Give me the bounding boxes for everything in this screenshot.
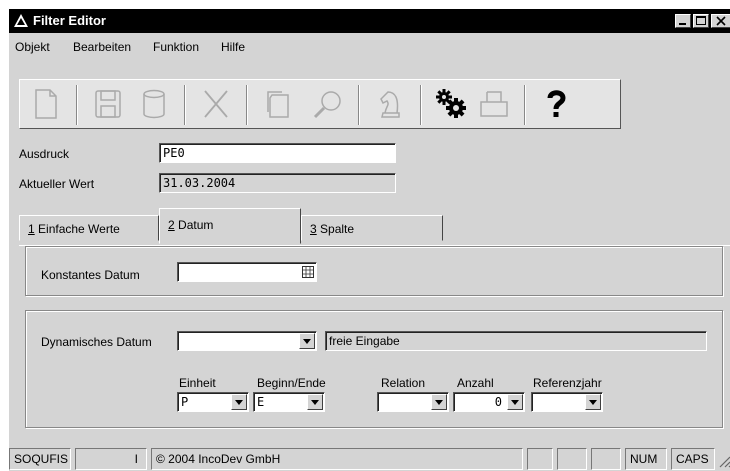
beginn-ende-select[interactable]: E — [253, 392, 325, 412]
status-copyright: © 2004 IncoDev GmbH — [151, 448, 523, 470]
einheit-select[interactable]: P — [177, 392, 249, 412]
maximize-button[interactable] — [693, 14, 709, 28]
toolbar-separator — [184, 85, 186, 125]
relation-label: Relation — [381, 376, 426, 390]
tab-key: 2 — [168, 218, 175, 232]
dropdown-arrow-icon[interactable] — [585, 394, 601, 410]
minimize-button[interactable] — [675, 14, 691, 28]
dropdown-arrow-icon[interactable] — [307, 394, 323, 410]
chess-knight-icon — [380, 91, 400, 118]
print-button[interactable] — [476, 86, 512, 122]
new-document-icon — [35, 89, 57, 119]
copy-icon — [267, 91, 289, 118]
menu-bearbeiten[interactable]: Bearbeiten — [73, 40, 131, 54]
toolbar-separator — [246, 85, 248, 125]
filter-editor-window: Filter Editor Objekt Bearbeiten Funktion… — [8, 8, 730, 471]
copy-button[interactable] — [260, 86, 296, 122]
dropdown-arrow-icon[interactable] — [231, 394, 247, 410]
tab-key: 1 — [28, 222, 35, 236]
toolbar-separator — [358, 85, 360, 125]
tab-label: Einfache Werte — [34, 222, 120, 236]
database-icon — [143, 89, 165, 119]
status-pane-empty — [527, 448, 553, 470]
relation-select[interactable] — [377, 392, 449, 412]
search-button[interactable] — [310, 86, 346, 122]
title-bar[interactable]: Filter Editor — [9, 9, 730, 33]
delete-icon — [204, 90, 228, 118]
freie-eingabe-field: freie Eingabe — [325, 331, 707, 351]
settings-gears-icon — [436, 89, 466, 118]
toolbar-separator — [76, 85, 78, 125]
select-value: E — [257, 395, 265, 409]
einheit-label: Einheit — [179, 376, 216, 390]
help-button[interactable] — [538, 86, 574, 122]
tab-label: Spalte — [316, 222, 355, 236]
dynamisches-datum-group — [25, 310, 723, 428]
status-bar: SOQUFIS I © 2004 IncoDev GmbH NUM CAPS — [9, 444, 730, 471]
dropdown-arrow-icon[interactable] — [299, 333, 315, 349]
anzahl-select[interactable]: 0 — [453, 392, 525, 412]
save-button[interactable] — [90, 86, 126, 122]
konstantes-datum-input[interactable] — [177, 262, 317, 282]
close-button[interactable] — [711, 14, 730, 28]
status-indicator: I — [75, 448, 147, 470]
status-app: SOQUFIS — [9, 448, 71, 470]
tab-einfache-werte[interactable]: 1 Einfache Werte — [19, 215, 159, 241]
tab-datum[interactable]: 2 Datum — [159, 208, 301, 244]
resize-grip-icon[interactable] — [717, 454, 730, 470]
aktueller-wert-label: Aktueller Wert — [19, 177, 95, 191]
dynamisches-datum-select[interactable] — [177, 331, 317, 351]
tab-spalte[interactable]: 3 Spalte — [301, 215, 443, 241]
status-pane-empty — [591, 448, 621, 470]
save-icon — [95, 90, 121, 118]
app-triangle-icon — [14, 14, 28, 27]
settings-button[interactable] — [432, 86, 468, 122]
ausdruck-input[interactable]: PE0 — [159, 143, 396, 163]
dynamisches-datum-label: Dynamisches Datum — [41, 335, 152, 349]
ausdruck-label: Ausdruck — [19, 147, 70, 161]
select-value: P — [181, 395, 189, 409]
printer-icon — [480, 91, 508, 117]
tab-panel-datum: Konstantes Datum Dynamisches Datum freie… — [19, 245, 730, 441]
calendar-icon[interactable] — [302, 266, 314, 278]
toolbar-separator — [524, 85, 526, 125]
database-button[interactable] — [136, 86, 172, 122]
referenzjahr-select[interactable] — [531, 392, 603, 412]
toolbar-separator — [420, 85, 422, 125]
dropdown-arrow-icon[interactable] — [431, 394, 447, 410]
dropdown-arrow-icon[interactable] — [507, 394, 523, 410]
select-value: 0 — [494, 395, 502, 409]
close-icon — [716, 16, 726, 26]
delete-button[interactable] — [198, 86, 234, 122]
anzahl-label: Anzahl — [457, 376, 494, 390]
status-num: NUM — [625, 448, 667, 470]
window-title: Filter Editor — [33, 13, 106, 28]
help-icon — [547, 90, 566, 117]
beginn-ende-label: Beginn/Ende — [257, 376, 326, 390]
menu-hilfe[interactable]: Hilfe — [221, 40, 245, 54]
toolbar — [19, 79, 621, 129]
tab-label: Datum — [174, 218, 214, 232]
konstantes-datum-label: Konstantes Datum — [41, 268, 140, 282]
tab-key: 3 — [310, 222, 317, 236]
menu-funktion[interactable]: Funktion — [153, 40, 199, 54]
menu-objekt[interactable]: Objekt — [15, 40, 50, 54]
status-caps: CAPS — [671, 448, 715, 470]
menu-bar: Objekt Bearbeiten Funktion Hilfe — [9, 35, 730, 55]
referenzjahr-label: Referenzjahr — [533, 376, 602, 390]
knight-button[interactable] — [372, 86, 408, 122]
status-pane-empty — [557, 448, 587, 470]
search-icon — [313, 91, 341, 119]
aktueller-wert-field: 31.03.2004 — [159, 173, 396, 193]
new-document-button[interactable] — [28, 86, 64, 122]
